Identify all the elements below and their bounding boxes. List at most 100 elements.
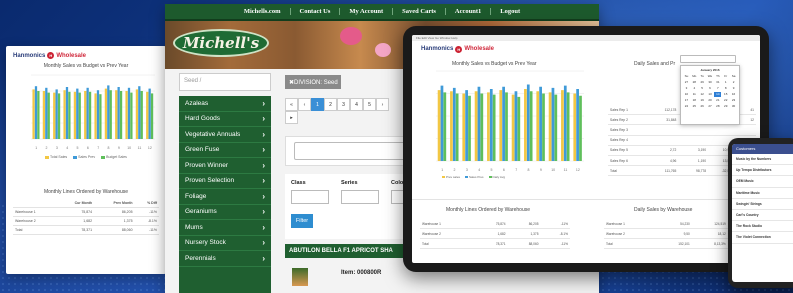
page-button[interactable]: 1 bbox=[311, 98, 324, 111]
calendar-day[interactable]: 3 bbox=[683, 86, 690, 91]
calendar-day[interactable]: 22 bbox=[722, 98, 729, 103]
sidebar-item-label: Azaleas bbox=[185, 99, 209, 107]
customer-list-item[interactable]: The Rock Studio bbox=[732, 221, 793, 233]
chart-bar bbox=[443, 92, 447, 161]
table-cell: -8.1% bbox=[134, 216, 159, 226]
calendar-day[interactable]: 23 bbox=[730, 98, 737, 103]
date-picker[interactable]: January 2016 Su Mo Tu We Th Fr Sa 27 28 29 30 31 1 2 3… bbox=[680, 65, 740, 125]
x-tick-label: 6 bbox=[87, 146, 89, 150]
x-tick-label: 1 bbox=[441, 168, 443, 172]
customer-list-item[interactable]: Up Tempo Distributors bbox=[732, 165, 793, 177]
customer-list-item[interactable]: Swingin' Strings bbox=[732, 199, 793, 210]
calendar-day[interactable]: 14 bbox=[714, 92, 722, 97]
calendar-day[interactable]: 27 bbox=[707, 104, 714, 109]
calendar-day[interactable]: 28 bbox=[691, 80, 698, 85]
calendar-day[interactable]: 9 bbox=[730, 86, 737, 91]
calendar-day[interactable]: 24 bbox=[683, 104, 690, 109]
sidebar-item[interactable]: Mums › bbox=[179, 220, 271, 236]
nav-link[interactable]: Michells.com bbox=[235, 8, 291, 15]
table-cell: Warehouse 2 bbox=[420, 228, 475, 239]
table-cell: Sales Rep 4 bbox=[608, 135, 650, 146]
calendar-day[interactable]: 18 bbox=[691, 98, 698, 103]
customer-list-item[interactable]: Carl's Country bbox=[732, 210, 793, 222]
brand-logo[interactable]: Michell's bbox=[173, 29, 269, 57]
calendar-day[interactable]: 31 bbox=[714, 80, 721, 85]
calendar-day[interactable]: 8 bbox=[722, 86, 729, 91]
nav-link[interactable]: Logout bbox=[491, 8, 529, 15]
page-button[interactable]: ‹ bbox=[298, 98, 311, 111]
phone-screen: Customers Music by the Numbers Up Tempo D… bbox=[732, 144, 793, 282]
table-header-row: Cur Month Prev Month% Diff bbox=[13, 199, 159, 208]
chart-bar bbox=[88, 91, 92, 139]
table-cell: Warehouse 2 bbox=[604, 228, 657, 239]
calendar-day[interactable]: 12 bbox=[699, 92, 706, 97]
calendar-day[interactable]: 4 bbox=[691, 86, 698, 91]
chart-bar bbox=[542, 93, 545, 161]
sidebar-item[interactable]: Hard Goods › bbox=[179, 112, 271, 127]
calendar-day[interactable]: 17 bbox=[683, 98, 690, 103]
page-button[interactable]: « bbox=[285, 98, 298, 111]
customer-list-item[interactable]: Maritime Music bbox=[732, 188, 793, 199]
page-button[interactable]: 4 bbox=[350, 98, 363, 111]
calendar-day[interactable]: 29 bbox=[722, 104, 729, 109]
sidebar-item[interactable]: Geraniums › bbox=[179, 205, 271, 220]
x-tick-label: 1 bbox=[35, 146, 37, 150]
calendar-day[interactable]: 1 bbox=[722, 80, 729, 85]
sidebar-item-label: Proven Winner bbox=[185, 161, 228, 169]
calendar-day[interactable]: 20 bbox=[707, 98, 714, 103]
page-button[interactable]: ▸ bbox=[285, 111, 298, 124]
calendar-day[interactable]: 27 bbox=[683, 80, 690, 85]
calendar-day[interactable]: 30 bbox=[730, 104, 737, 109]
sidebar-item[interactable]: Green Fuse › bbox=[179, 143, 271, 158]
calendar-day[interactable]: 16 bbox=[730, 92, 737, 97]
x-tick-label: 2 bbox=[454, 168, 456, 172]
division-filter-chip[interactable]: ✖DIVISION: Seed bbox=[285, 75, 341, 89]
customer-list-item[interactable]: OEM Music bbox=[732, 176, 793, 188]
sidebar-item[interactable]: Nursery Stock › bbox=[179, 236, 271, 251]
page-button[interactable]: › bbox=[376, 98, 389, 111]
calendar-day[interactable]: 25 bbox=[691, 104, 698, 109]
calendar-day[interactable]: 10 bbox=[683, 92, 690, 97]
table-cell bbox=[708, 124, 734, 136]
filter-button[interactable]: Filter bbox=[291, 214, 313, 228]
calendar-day[interactable]: 29 bbox=[699, 80, 706, 85]
series-input[interactable] bbox=[341, 190, 379, 204]
page-button[interactable]: 2 bbox=[324, 98, 337, 111]
nav-link[interactable]: Contact Us bbox=[291, 8, 341, 15]
page-button[interactable]: 5 bbox=[363, 98, 376, 111]
chart-bar bbox=[465, 90, 468, 161]
calendar-day[interactable]: 11 bbox=[691, 92, 698, 97]
sidebar-item[interactable]: Vegetative Annuals › bbox=[179, 127, 271, 143]
table-cell: 111,765 bbox=[649, 165, 679, 177]
sidebar-item[interactable]: Proven Winner › bbox=[179, 158, 271, 174]
calendar-day[interactable]: 28 bbox=[714, 104, 721, 109]
sidebar-item[interactable]: Foliage › bbox=[179, 189, 271, 205]
calendar-day[interactable]: 30 bbox=[707, 80, 714, 85]
page-button[interactable]: 3 bbox=[337, 98, 350, 111]
customer-list-item[interactable]: Music by the Numbers bbox=[732, 154, 793, 166]
table-header-cell: % Diff bbox=[134, 199, 159, 208]
sidebar-item[interactable]: Perennials › bbox=[179, 251, 271, 267]
product-image[interactable] bbox=[292, 268, 308, 286]
nav-link[interactable]: My Account bbox=[340, 8, 394, 15]
sidebar-item[interactable]: Azaleas › bbox=[179, 96, 271, 112]
class-input[interactable] bbox=[291, 190, 329, 204]
date-input[interactable] bbox=[680, 55, 736, 63]
chart-bar bbox=[505, 92, 508, 161]
search-input[interactable]: Seed / bbox=[179, 73, 271, 91]
calendar-day[interactable]: 6 bbox=[707, 86, 714, 91]
calendar-day[interactable]: 21 bbox=[714, 98, 721, 103]
calendar-day[interactable]: 5 bbox=[699, 86, 706, 91]
calendar-day[interactable]: 2 bbox=[730, 80, 737, 85]
calendar-day[interactable]: 13 bbox=[707, 92, 714, 97]
sidebar-item[interactable]: Proven Selection › bbox=[179, 174, 271, 189]
nav-link[interactable]: Saved Carts bbox=[393, 8, 446, 15]
legend-label: Daily Avg bbox=[492, 175, 505, 179]
calendar-day[interactable]: 15 bbox=[722, 92, 729, 97]
customer-list-item[interactable]: The Violet Connection bbox=[732, 232, 793, 244]
calendar-day[interactable]: 7 bbox=[714, 86, 721, 91]
calendar-day[interactable]: 26 bbox=[699, 104, 706, 109]
calendar-day[interactable]: 19 bbox=[699, 98, 706, 103]
nav-link[interactable]: Account1 bbox=[446, 8, 492, 15]
table-cell: Total bbox=[608, 165, 650, 177]
